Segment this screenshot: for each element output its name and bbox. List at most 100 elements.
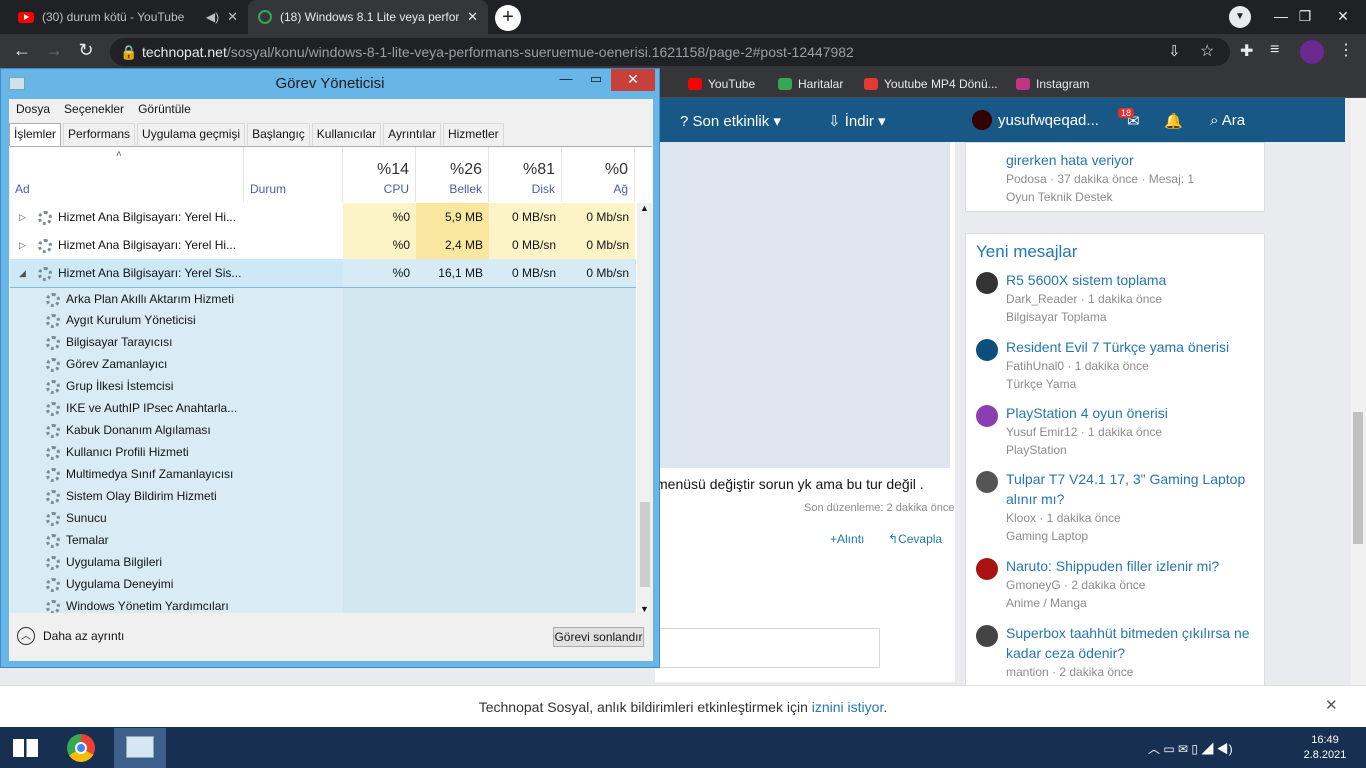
- tab-details[interactable]: Ayrıntılar: [383, 123, 441, 145]
- quote-button[interactable]: +Alıntı: [830, 532, 864, 546]
- list-item[interactable]: Aygıt Kurulum Yöneticisi: [10, 309, 636, 331]
- message-forum[interactable]: Türkçe Yama: [1006, 375, 1261, 393]
- close-notification-icon[interactable]: ✕: [1325, 696, 1338, 714]
- bookmark-mp4[interactable]: Youtube MP4 Dönü...: [864, 74, 998, 94]
- list-item[interactable]: Temalar: [10, 529, 636, 551]
- bookmark-instagram[interactable]: Instagram: [1016, 74, 1089, 94]
- tray-icons[interactable]: ︿ ▭ ✉ ▯ ◢ ◀): [1148, 740, 1233, 757]
- windows-start-icon[interactable]: [0, 728, 52, 768]
- address-bar[interactable]: 🔒 technopat.net/sosyal/konu/windows-8-1-l…: [110, 38, 1230, 66]
- reload-icon[interactable]: ↻: [74, 40, 98, 61]
- list-item[interactable]: Sistem Olay Bildirim Hizmeti: [10, 485, 636, 507]
- task-manager-window[interactable]: Görev Yöneticisi — ▭ ✕ Dosya Seçenekler …: [0, 68, 660, 668]
- list-item[interactable]: Uygulama Bilgileri: [10, 551, 636, 573]
- nav-user[interactable]: yusufwqeqad...: [998, 112, 1099, 129]
- tab-users[interactable]: Kullanıcılar: [311, 123, 382, 145]
- tab-technopat[interactable]: (18) Windows 8.1 Lite veya performans sü…: [248, 0, 488, 34]
- minimize-icon[interactable]: —: [553, 69, 579, 91]
- list-item[interactable]: Bilgisayar Tarayıcısı: [10, 331, 636, 353]
- tab-services[interactable]: Hizmetler: [442, 123, 504, 145]
- list-item[interactable]: Arka Plan Akıllı Aktarım Hizmeti: [10, 287, 636, 309]
- tab-startup[interactable]: Başlangıç: [247, 123, 310, 145]
- menu-view[interactable]: Görüntüle: [138, 99, 191, 119]
- avatar[interactable]: [976, 339, 998, 361]
- nav-download[interactable]: ⇩ İndir ▾: [828, 112, 886, 130]
- list-item[interactable]: Görev Zamanlayıcı: [10, 353, 636, 375]
- column-cpu[interactable]: %14 CPU: [343, 147, 416, 202]
- list-item[interactable]: R5 5600X sistem toplama Dark_Reader · 1 d…: [976, 270, 1261, 326]
- message-forum[interactable]: PlayStation: [1006, 441, 1261, 459]
- message-title[interactable]: Tulpar T7 V24.1 17, 3" Gaming Laptop alı…: [1006, 469, 1261, 509]
- table-row[interactable]: ◢ Hizmet Ana Bilgisayarı: Yerel Sis... %0 1…: [10, 259, 636, 287]
- grid-scrollbar-thumb[interactable]: [640, 502, 650, 587]
- message-forum[interactable]: Gaming Laptop: [1006, 527, 1261, 545]
- expand-arrow-icon[interactable]: ▷: [19, 203, 26, 231]
- list-item[interactable]: PlayStation 4 oyun önerisi Yusuf Emir12 ·…: [976, 403, 1261, 459]
- list-item[interactable]: Naruto: Shippuden filler izlenir mi? Gmon…: [976, 556, 1261, 612]
- list-item[interactable]: Superbox taahhüt bitmeden çıkılırsa ne k…: [976, 623, 1261, 681]
- sidebar-title[interactable]: Yeni mesajlar: [976, 242, 1077, 262]
- message-title[interactable]: PlayStation 4 oyun önerisi: [1006, 403, 1261, 423]
- avatar[interactable]: [976, 558, 998, 580]
- list-item[interactable]: Sunucu: [10, 507, 636, 529]
- tab-processes[interactable]: İşlemler: [9, 123, 62, 146]
- reply-button[interactable]: ↰Cevapla: [888, 532, 942, 546]
- column-disk[interactable]: %81 Disk: [489, 147, 562, 202]
- menu-icon[interactable]: ⋮: [1338, 40, 1354, 60]
- tab-app-history[interactable]: Uygulama geçmişi: [137, 123, 246, 145]
- end-task-button[interactable]: Görevi sonlandır: [553, 627, 644, 647]
- list-item[interactable]: Tulpar T7 V24.1 17, 3" Gaming Laptop alı…: [976, 469, 1261, 545]
- speaker-icon[interactable]: ◀): [206, 10, 219, 24]
- back-icon[interactable]: ←: [10, 40, 34, 61]
- bookmark-maps[interactable]: Haritalar: [778, 74, 843, 94]
- message-title[interactable]: R5 5600X sistem toplama: [1006, 270, 1261, 290]
- list-item[interactable]: Multimedya Sınıf Zamanlayıcısı: [10, 463, 636, 485]
- expand-arrow-icon[interactable]: ◢: [19, 259, 26, 287]
- list-item[interactable]: Uygulama Deneyimi: [10, 573, 636, 595]
- table-row[interactable]: ▷ Hizmet Ana Bilgisayarı: Yerel Hi... %0 2,…: [10, 231, 636, 259]
- table-row[interactable]: ▷ Hizmet Ana Bilgisayarı: Yerel Hi... %0 5,…: [10, 203, 636, 231]
- message-title[interactable]: girerken hata veriyor: [1006, 150, 1261, 170]
- scroll-down-icon[interactable]: ▼: [640, 604, 649, 613]
- expand-arrow-icon[interactable]: ▷: [19, 231, 26, 259]
- tab-youtube[interactable]: (30) durum kötü - YouTube ◀) ✕: [8, 0, 248, 34]
- profile-avatar[interactable]: [1300, 40, 1324, 64]
- chrome-taskbar-icon[interactable]: [56, 728, 108, 768]
- media-icon[interactable]: ≡: [1270, 41, 1279, 59]
- close-tab-icon[interactable]: ✕: [467, 9, 478, 25]
- list-item[interactable]: Kabuk Donanım Algılaması: [10, 419, 636, 441]
- close-tab-icon[interactable]: ✕: [227, 9, 238, 25]
- scroll-up-icon[interactable]: ▲: [640, 203, 649, 213]
- bookmark-star-icon[interactable]: ☆: [1200, 41, 1214, 61]
- list-item[interactable]: Windows Yönetim Yardımcıları: [10, 595, 636, 613]
- column-memory[interactable]: %26 Bellek: [416, 147, 489, 202]
- message-forum[interactable]: Oyun Teknik Destek: [1006, 188, 1261, 206]
- close-window-icon[interactable]: ✕: [1320, 0, 1366, 34]
- extensions-icon[interactable]: ✚: [1240, 41, 1253, 61]
- new-tab-button[interactable]: +: [495, 5, 521, 31]
- reply-editor-toolbar[interactable]: [655, 628, 880, 668]
- message-title[interactable]: Superbox taahhüt bitmeden çıkılırsa ne k…: [1006, 623, 1261, 663]
- list-item[interactable]: girerken hata veriyor Podosa · 37 dakika…: [976, 150, 1261, 206]
- fewer-details-button[interactable]: ︿ Daha az ayrıntı: [17, 627, 124, 645]
- column-name[interactable]: ˄ Ad: [10, 147, 244, 202]
- avatar[interactable]: [976, 272, 998, 294]
- post-screenshot-image[interactable]: [657, 142, 950, 468]
- message-forum[interactable]: Anime / Manga: [1006, 594, 1261, 612]
- menu-file[interactable]: Dosya: [16, 99, 50, 119]
- taskmanager-taskbar-icon[interactable]: [114, 728, 166, 768]
- clock[interactable]: 16:49 2.8.2021: [1290, 733, 1360, 763]
- message-forum[interactable]: Bilgisayar Toplama: [1006, 308, 1261, 326]
- list-item[interactable]: Kullanıcı Profili Hizmeti: [10, 441, 636, 463]
- maximize-icon[interactable]: ▭: [583, 69, 609, 91]
- menu-options[interactable]: Seçenekler: [64, 99, 124, 119]
- bell-icon[interactable]: 🔔: [1164, 112, 1183, 130]
- tab-performance[interactable]: Performans: [63, 123, 136, 145]
- tab-search-icon[interactable]: ▼: [1229, 6, 1251, 28]
- column-status[interactable]: Durum: [244, 147, 343, 202]
- scrollbar-thumb[interactable]: [1353, 412, 1363, 544]
- avatar[interactable]: [976, 405, 998, 427]
- message-title[interactable]: Naruto: Shippuden filler izlenir mi?: [1006, 556, 1261, 576]
- list-item[interactable]: Resident Evil 7 Türkçe yama önerisi Fatih…: [976, 337, 1261, 393]
- nav-activity[interactable]: ? Son etkinlik ▾: [680, 112, 781, 130]
